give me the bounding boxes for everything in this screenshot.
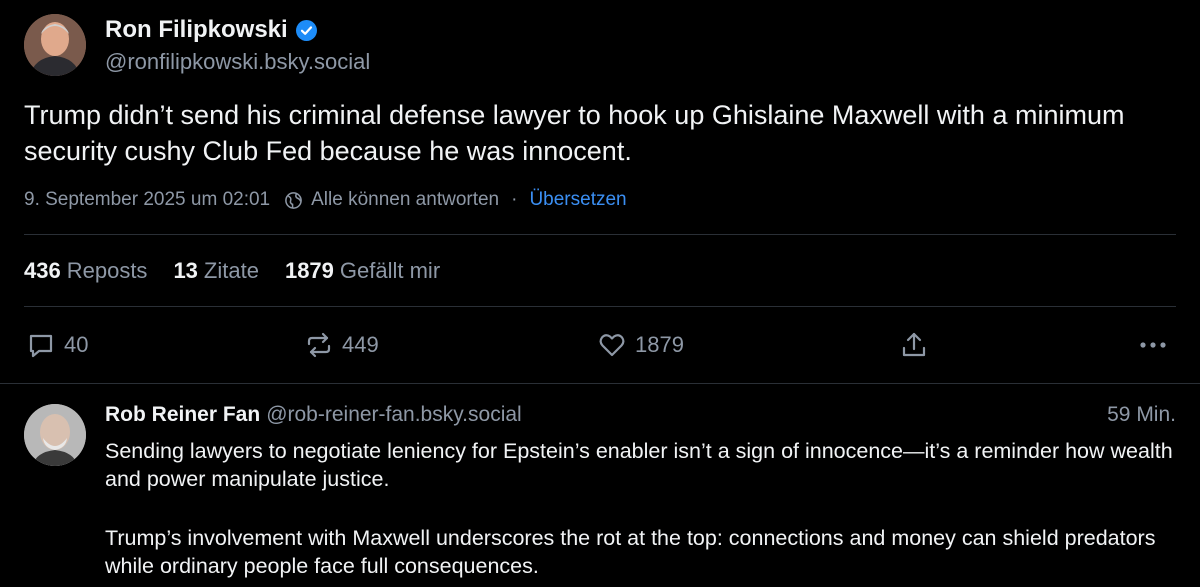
reply-paragraph-1: Sending lawyers to negotiate leniency fo…: [105, 439, 1173, 491]
post-meta: 9. September 2025 um 02:01 Alle können a…: [24, 189, 627, 211]
post-text: Trump didn’t send his criminal defense l…: [24, 100, 1125, 166]
more-button[interactable]: [1138, 330, 1168, 360]
author-handle[interactable]: @ronfilipkowski.bsky.social: [105, 49, 370, 75]
like-button[interactable]: 1879: [597, 330, 684, 360]
translate-link[interactable]: Übersetzen: [529, 189, 626, 211]
reply-setting[interactable]: Alle können antworten: [311, 189, 499, 211]
reply-header: Rob Reiner Fan @rob-reiner-fan.bsky.socia…: [105, 403, 522, 427]
reposts-stat-label: Reposts: [66, 258, 148, 283]
repost-icon: [304, 330, 334, 360]
likes-stat-count: 1879: [284, 258, 334, 283]
quotes-stat-label: Zitate: [203, 258, 259, 283]
like-count: 1879: [635, 332, 684, 357]
reply-paragraph-2: Trump’s involvement with Maxwell undersc…: [105, 526, 1156, 578]
reposts-stat-count: 436: [24, 258, 61, 283]
verified-badge-icon: [295, 19, 317, 41]
quotes-stat-count: 13: [173, 258, 198, 283]
author-avatar[interactable]: [24, 14, 86, 76]
divider: [24, 234, 1176, 235]
post-stats: 436 Reposts 13 Zitate 1879 Gefällt mir: [24, 258, 466, 284]
more-icon: [1138, 330, 1168, 360]
reply-time[interactable]: 59 Min.: [1107, 403, 1176, 427]
likes-stat[interactable]: 1879 Gefällt mir: [285, 258, 440, 284]
reply-count: 40: [64, 332, 89, 357]
page: Ron Filipkowski @ronfilipkowski.bsky.soc…: [0, 0, 1200, 587]
comment-icon: [26, 330, 56, 360]
repost-count: 449: [342, 332, 379, 357]
author-name-row[interactable]: Ron Filipkowski: [105, 16, 317, 44]
likes-stat-label: Gefällt mir: [339, 258, 441, 283]
divider: [0, 383, 1200, 384]
meta-separator: ·: [511, 189, 518, 210]
post-date[interactable]: 9. September 2025 um 02:01: [24, 189, 270, 211]
reply-author-avatar[interactable]: [24, 404, 86, 466]
reposts-stat[interactable]: 436 Reposts: [24, 258, 147, 284]
divider: [24, 306, 1176, 307]
reply-author-handle[interactable]: @rob-reiner-fan.bsky.social: [266, 403, 522, 426]
reply-button[interactable]: 40: [26, 330, 88, 360]
heart-icon: [597, 330, 627, 360]
share-icon: [899, 330, 929, 360]
share-button[interactable]: [899, 330, 929, 360]
repost-button[interactable]: 449: [304, 330, 379, 360]
reply-author-name[interactable]: Rob Reiner Fan: [105, 403, 260, 426]
globe-icon: [284, 191, 303, 210]
quotes-stat[interactable]: 13 Zitate: [173, 258, 259, 284]
author-name[interactable]: Ron Filipkowski: [105, 16, 288, 44]
